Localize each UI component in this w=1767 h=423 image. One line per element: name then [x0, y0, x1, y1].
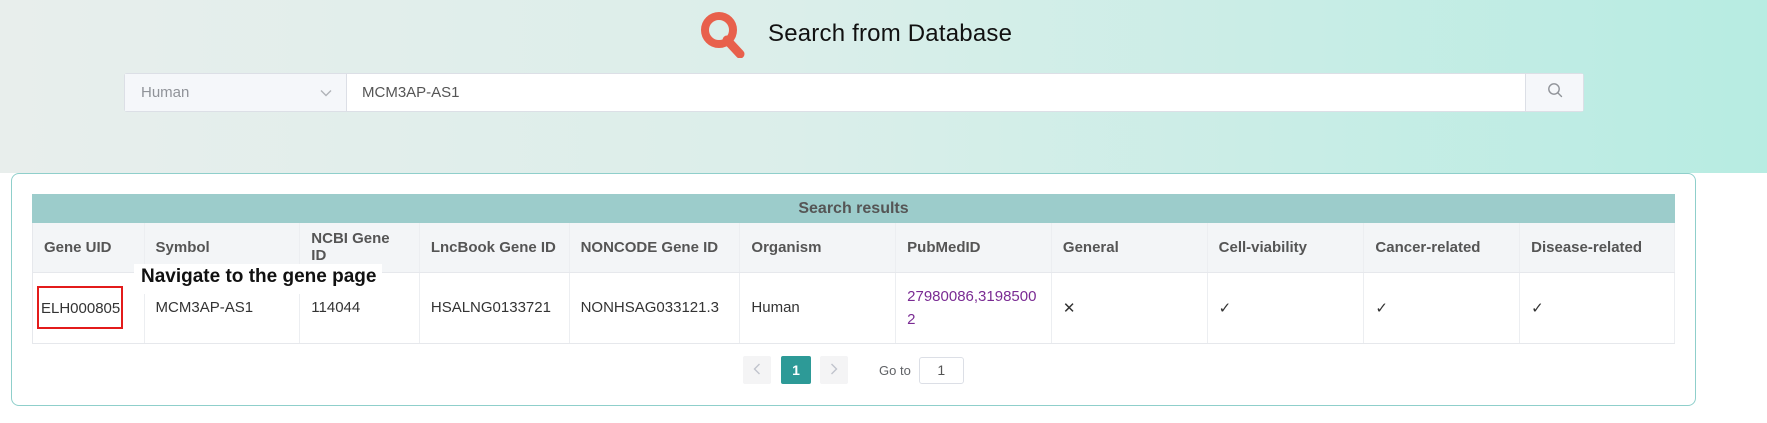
- prev-page-button[interactable]: [743, 356, 771, 384]
- search-logo-icon: [700, 10, 746, 59]
- search-icon: [1547, 82, 1563, 103]
- check-icon: ✓: [1375, 299, 1388, 317]
- column-header-noncode-gene-id: NONCODE Gene ID: [569, 223, 741, 273]
- search-button[interactable]: [1525, 74, 1583, 111]
- organism-cell: Human: [739, 272, 897, 344]
- page-header: Search from Database: [700, 10, 1013, 59]
- check-icon: ✓: [1218, 299, 1232, 317]
- column-header-lncbook-gene-id: LncBook Gene ID: [419, 223, 570, 273]
- general-cell: ✕: [1051, 272, 1208, 344]
- gene-uid-cell: ELH000805: [32, 272, 145, 344]
- search-hero: Search from Database Human: [0, 0, 1767, 173]
- chevron-down-icon: [320, 84, 332, 101]
- pagination: 1 Go to: [743, 356, 964, 384]
- chevron-left-icon: [753, 362, 761, 378]
- results-title: Search results: [32, 194, 1675, 223]
- noncode-gene-id-cell: NONHSAG033121.3: [569, 272, 741, 344]
- next-page-button[interactable]: [820, 356, 848, 384]
- goto-page-input[interactable]: [918, 356, 964, 384]
- chevron-right-icon: [830, 362, 838, 378]
- page-number-button[interactable]: 1: [781, 356, 811, 384]
- column-header-cancer-related: Cancer-related: [1363, 223, 1521, 273]
- column-header-pubmed-id: PubMedID: [895, 223, 1052, 273]
- column-header-cell-viability: Cell-viability: [1207, 223, 1365, 273]
- column-header-gene-uid: Gene UID: [32, 223, 145, 273]
- page-title: Search from Database: [768, 20, 1013, 47]
- cancer-related-cell: ✓: [1363, 272, 1521, 344]
- check-icon: ✓: [1531, 299, 1544, 317]
- annotation-label: Navigate to the gene page: [134, 264, 383, 294]
- pubmed-id-cell: 27980086,3198500 2: [895, 272, 1052, 344]
- organism-select[interactable]: Human: [125, 74, 347, 111]
- pubmed-link[interactable]: 27980086,3198500 2: [907, 285, 1040, 331]
- column-header-general: General: [1051, 223, 1208, 273]
- goto-label: Go to: [879, 362, 911, 378]
- lncbook-gene-id-cell: HSALNG0133721: [419, 272, 570, 344]
- search-input[interactable]: [347, 74, 1525, 111]
- cross-icon: ✕: [1062, 299, 1076, 317]
- pubmed-link-line-1: 27980086,3198500: [907, 287, 1037, 305]
- search-bar: Human: [124, 73, 1584, 112]
- cell-viability-cell: ✓: [1207, 272, 1365, 344]
- pubmed-link-line-2: 2: [907, 310, 916, 328]
- organism-select-value: Human: [141, 84, 190, 101]
- disease-related-cell: ✓: [1519, 272, 1675, 344]
- gene-uid-link[interactable]: ELH000805: [37, 286, 124, 329]
- column-header-organism: Organism: [739, 223, 897, 273]
- column-header-disease-related: Disease-related: [1519, 223, 1675, 273]
